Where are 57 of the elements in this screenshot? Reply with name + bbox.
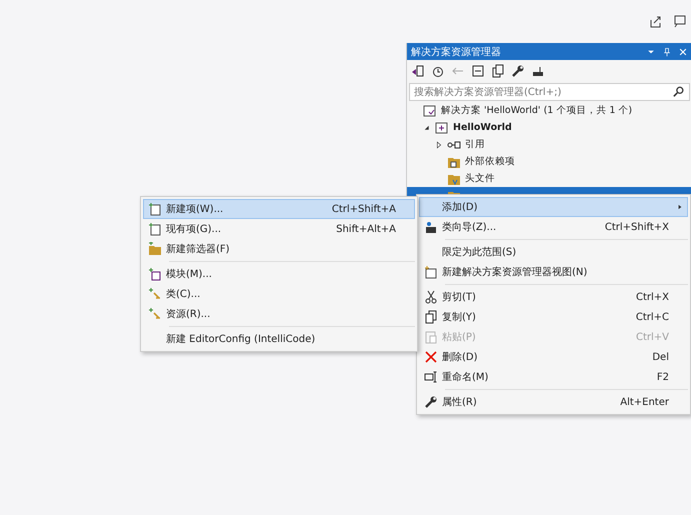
rename-icon (424, 370, 438, 384)
module-icon (148, 267, 162, 281)
wrench-icon (424, 395, 438, 409)
tree-item-label: 外部依赖项 (465, 155, 515, 168)
menu-item[interactable]: 新建 EditorConfig (IntelliCode) (143, 329, 415, 349)
menu-item[interactable]: 模块(M)... (143, 264, 415, 284)
copy-icon (424, 310, 438, 324)
tree-item[interactable]: 解决方案 'HelloWorld' (1 个项目，共 1 个) (407, 102, 691, 119)
menu-item[interactable]: 添加(D) (419, 197, 688, 217)
wrench-icon (511, 64, 525, 78)
project-icon (435, 120, 449, 134)
menu-item[interactable]: 剪切(T) Ctrl+X (419, 287, 688, 307)
tree-item-label: 引用 (465, 138, 485, 151)
preview-icon (531, 64, 545, 78)
window-icon (424, 265, 438, 279)
collapse-all-icon (471, 64, 485, 78)
tree-item[interactable]: 引用 (407, 136, 691, 153)
tree-item-label: HelloWorld (453, 122, 512, 133)
panel-title: 解决方案资源管理器 (411, 46, 502, 58)
menu-item[interactable]: 删除(D) Del (419, 347, 688, 367)
menu-item[interactable]: 类(C)... (143, 284, 415, 304)
pin-icon (662, 46, 672, 56)
search-icon (673, 86, 685, 98)
new-file-icon (148, 202, 162, 216)
share-icon (649, 14, 663, 28)
class-icon (148, 287, 162, 301)
expanded-arrow-icon (423, 124, 431, 132)
menu-item[interactable]: 新建项(W)... Ctrl+Shift+A (143, 199, 415, 219)
solution-icon (423, 104, 437, 118)
file-icon (148, 222, 162, 236)
folder-icon (148, 242, 162, 256)
tree-item[interactable]: HelloWorld (407, 119, 691, 136)
menu-item[interactable]: 复制(Y) Ctrl+C (419, 307, 688, 327)
menu-item[interactable]: 新建筛选器(F) (143, 239, 415, 259)
feedback-icon (673, 14, 687, 28)
show-all-files-icon (491, 64, 505, 78)
menu-item[interactable]: 资源(R)... (143, 304, 415, 324)
sync-icon (411, 64, 425, 78)
tree-item-label: 解决方案 'HelloWorld' (1 个项目，共 1 个) (441, 104, 632, 117)
close-icon (424, 350, 438, 364)
tree-item[interactable]: 外部依赖项 (407, 153, 691, 170)
history-icon (431, 64, 445, 78)
menu-item[interactable]: 属性(R) Alt+Enter (419, 392, 688, 412)
menu-item[interactable]: 限定为此范围(S) (419, 242, 688, 262)
wizard-icon (424, 220, 438, 234)
menu-item[interactable]: 现有项(G)... Shift+Alt+A (143, 219, 415, 239)
clipboard-icon (424, 330, 438, 344)
tree-item[interactable]: 头文件 (407, 170, 691, 187)
scissors-icon (424, 290, 438, 304)
menu-item[interactable]: 新建解决方案资源管理器视图(N) (419, 262, 688, 282)
close-icon (678, 46, 688, 56)
menu-item[interactable]: 类向导(Z)... Ctrl+Shift+X (419, 217, 688, 237)
class-icon (148, 307, 162, 321)
menu-item[interactable]: 重命名(M) F2 (419, 367, 688, 387)
search-field[interactable]: 搜索解决方案资源管理器(Ctrl+;) (409, 83, 690, 101)
collapsed-arrow-icon (435, 140, 443, 148)
tree-item-label: 头文件 (465, 172, 495, 185)
